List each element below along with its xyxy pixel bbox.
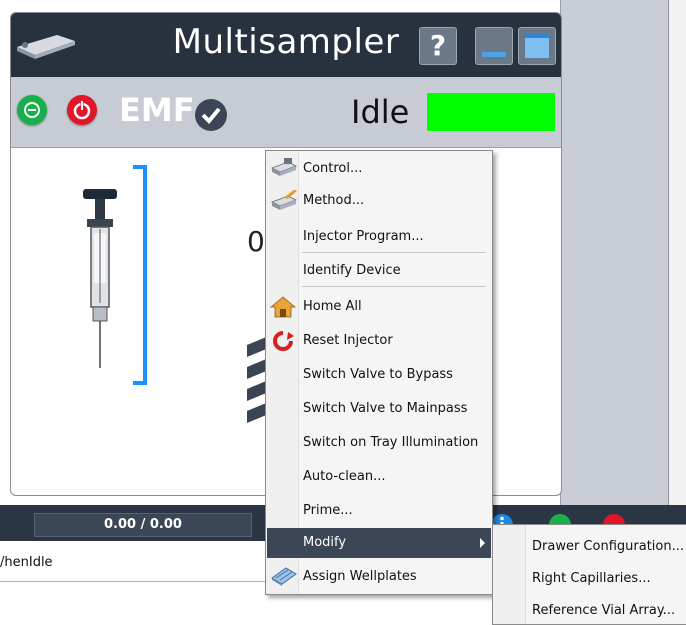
menu-item-label: Switch Valve to Bypass xyxy=(303,367,453,382)
control-icon xyxy=(271,158,297,176)
help-icon: ? xyxy=(429,29,447,62)
menu-item-home-all[interactable]: Home All xyxy=(267,292,491,322)
power-icon xyxy=(73,101,91,120)
menu-item-tray-illumination[interactable]: Switch on Tray Illumination xyxy=(267,428,491,458)
status-indicator xyxy=(427,93,555,131)
menu-item-label: Identify Device xyxy=(303,263,401,278)
method-icon xyxy=(271,190,297,210)
syringe-icon xyxy=(83,165,147,385)
menu-item-auto-clean[interactable]: Auto-clean... xyxy=(267,462,491,492)
maximize-icon xyxy=(525,34,549,58)
menu-item-label: Switch Valve to Mainpass xyxy=(303,401,468,416)
standby-icon xyxy=(24,102,40,118)
submenu-item-label: Reference Vial Array... xyxy=(532,603,676,618)
wellplate-icon xyxy=(271,567,297,586)
submenu-arrow-icon xyxy=(480,538,485,548)
menu-item-modify[interactable]: Modify xyxy=(267,528,491,558)
menu-item-prime[interactable]: Prime... xyxy=(267,496,491,526)
menu-separator xyxy=(302,252,486,253)
minimize-icon xyxy=(482,52,506,57)
bottom-info-text: /henIdle xyxy=(0,555,53,570)
menu-item-label: Home All xyxy=(303,299,362,314)
submenu-item-reference-vial-array[interactable]: Reference Vial Array... xyxy=(494,595,686,625)
menu-item-label: Switch on Tray Illumination xyxy=(303,435,479,450)
minimize-button[interactable] xyxy=(475,27,513,65)
menu-item-label: Modify xyxy=(303,535,347,550)
power-off-button[interactable] xyxy=(67,95,97,125)
menu-item-identify-device[interactable]: Identify Device xyxy=(267,256,491,286)
menu-item-label: Injector Program... xyxy=(303,229,424,244)
menu-item-method[interactable]: Method... xyxy=(267,186,491,216)
standby-button[interactable] xyxy=(17,95,47,125)
context-menu: Control... Method... Injector Program...… xyxy=(265,150,493,595)
background-panel xyxy=(560,0,669,505)
progress-readout: 0.00 / 0.00 xyxy=(34,513,252,537)
menu-item-label: Method... xyxy=(303,193,365,208)
menu-item-label: Assign Wellplates xyxy=(303,569,417,584)
menu-item-reset-injector[interactable]: Reset Injector xyxy=(267,326,491,356)
menu-item-label: Prime... xyxy=(303,503,353,518)
submenu-item-label: Drawer Configuration... xyxy=(532,539,684,554)
help-button[interactable]: ? xyxy=(419,27,457,65)
submenu-item-drawer-configuration[interactable]: Drawer Configuration... xyxy=(494,531,686,561)
device-status-text: Idle xyxy=(351,93,410,131)
menu-item-label: Reset Injector xyxy=(303,333,393,348)
emf-label: EMF xyxy=(119,91,195,129)
emf-check-icon xyxy=(195,99,227,131)
menu-item-switch-valve-mainpass[interactable]: Switch Valve to Mainpass xyxy=(267,394,491,424)
submenu-item-label: Right Capillaries... xyxy=(532,571,651,586)
home-icon xyxy=(270,296,296,318)
menu-item-label: Control... xyxy=(303,161,363,176)
menu-separator xyxy=(302,286,486,287)
modify-submenu: Drawer Configuration... Right Capillarie… xyxy=(492,524,686,625)
menu-item-switch-valve-bypass[interactable]: Switch Valve to Bypass xyxy=(267,360,491,390)
menu-item-injector-program[interactable]: Injector Program... xyxy=(267,222,491,252)
maximize-button[interactable] xyxy=(518,27,556,65)
menu-item-control[interactable]: Control... xyxy=(267,154,491,184)
reset-icon xyxy=(273,331,294,351)
module-status-bar: EMF Idle xyxy=(11,77,561,148)
submenu-item-right-capillaries[interactable]: Right Capillaries... xyxy=(494,563,686,593)
window-edge xyxy=(668,0,686,505)
menu-item-label: Auto-clean... xyxy=(303,469,386,484)
menu-item-assign-wellplates[interactable]: Assign Wellplates xyxy=(267,562,491,592)
partial-device-text: 0 xyxy=(247,225,265,258)
module-title-bar: Multisampler ? xyxy=(11,13,561,77)
